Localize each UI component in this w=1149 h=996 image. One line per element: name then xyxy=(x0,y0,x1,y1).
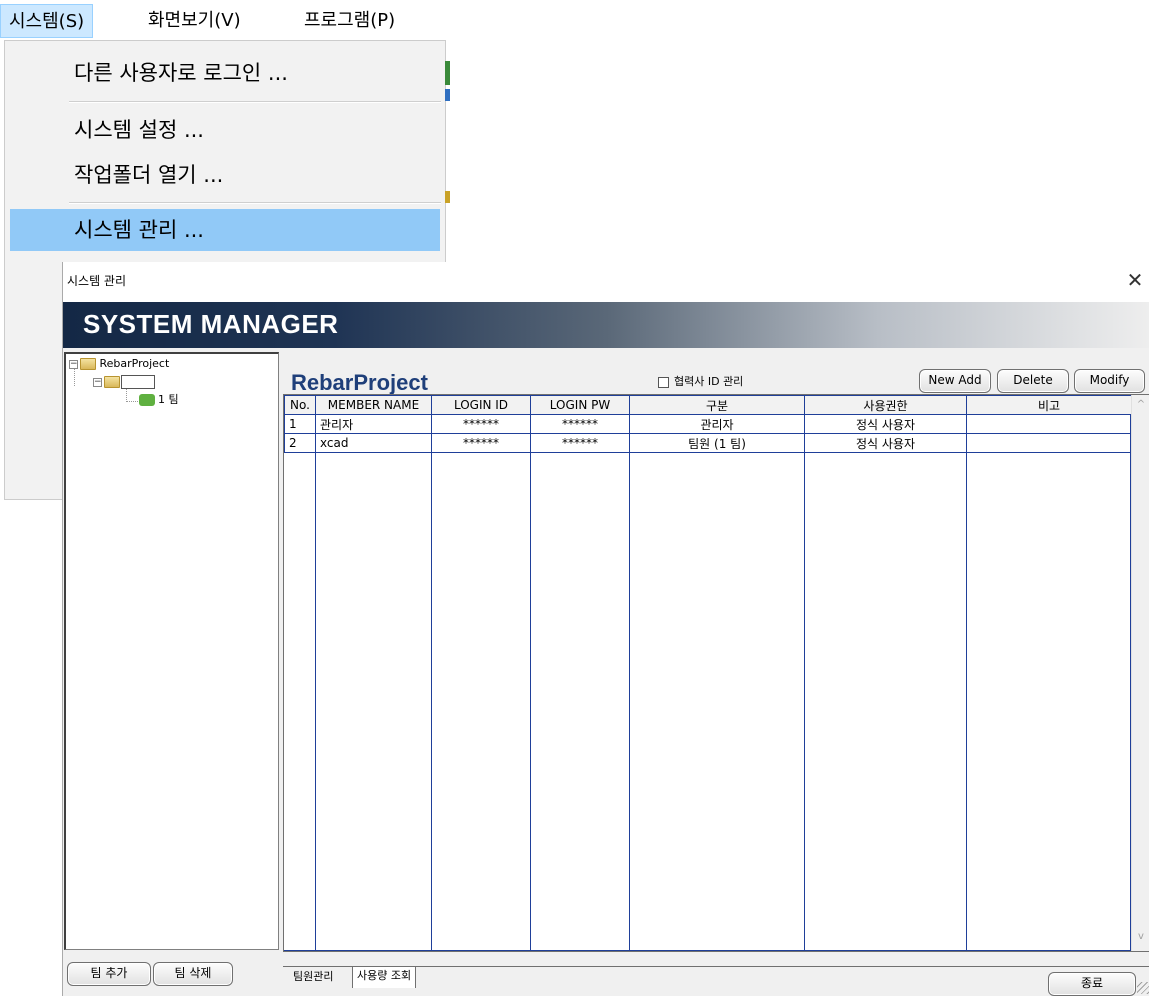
cell-permission: 정식 사용자 xyxy=(804,433,967,453)
member-table[interactable]: No. MEMBER NAME LOGIN ID LOGIN PW 구분 사용권… xyxy=(283,394,1149,952)
cell-login-id: ****** xyxy=(431,414,531,434)
checkbox-label: 협력사 ID 관리 xyxy=(674,375,744,388)
col-header-note[interactable]: 비고 xyxy=(966,395,1132,415)
exit-button[interactable]: 종료 xyxy=(1048,972,1136,996)
column-line xyxy=(966,395,967,951)
cell-note xyxy=(966,433,1132,453)
column-line xyxy=(315,395,316,951)
scroll-down-icon[interactable]: v xyxy=(1135,931,1147,942)
modify-button[interactable]: Modify xyxy=(1074,369,1145,393)
add-team-button[interactable]: 팀 추가 xyxy=(67,962,151,986)
system-manager-dialog: 시스템 관리 ✕ SYSTEM MANAGER − RebarProject −… xyxy=(62,262,1149,996)
cell-member-name: 관리자 xyxy=(315,414,432,434)
dialog-title: 시스템 관리 xyxy=(67,274,127,288)
table-row[interactable]: 1 관리자 ****** ****** 관리자 정식 사용자 xyxy=(284,414,1132,434)
cell-note xyxy=(966,414,1132,434)
tab-usage-inquiry[interactable]: 사용량 조회 xyxy=(352,966,417,988)
cell-login-pw: ****** xyxy=(530,433,630,453)
menu-item-login-as-other[interactable]: 다른 사용자로 로그인 ... xyxy=(10,52,440,94)
menu-bar: 시스템(S) 화면보기(V) 프로그램(P) xyxy=(0,0,460,40)
collapse-icon[interactable]: − xyxy=(93,377,102,387)
banner: SYSTEM MANAGER xyxy=(63,302,1149,348)
team-tree[interactable]: − RebarProject − 1 팀 xyxy=(64,352,279,950)
delete-button[interactable]: Delete xyxy=(997,369,1069,393)
tree-rename-field[interactable] xyxy=(121,375,155,389)
folder-icon xyxy=(104,376,120,388)
column-line xyxy=(431,395,432,951)
vertical-scrollbar[interactable]: ^ v xyxy=(1131,395,1149,951)
col-header-member-name[interactable]: MEMBER NAME xyxy=(315,395,432,415)
column-line xyxy=(530,395,531,951)
background-window-edge xyxy=(445,191,450,203)
new-add-button[interactable]: New Add xyxy=(919,369,991,393)
cell-category: 관리자 xyxy=(629,414,805,434)
menu-item-open-work-folder[interactable]: 작업폴더 열기 ... xyxy=(10,154,440,196)
cell-category: 팀원 (1 팀) xyxy=(629,433,805,453)
partner-id-checkbox[interactable]: 협력사 ID 관리 xyxy=(658,373,743,389)
table-header-row: No. MEMBER NAME LOGIN ID LOGIN PW 구분 사용권… xyxy=(284,395,1132,415)
cell-login-pw: ****** xyxy=(530,414,630,434)
scroll-up-icon[interactable]: ^ xyxy=(1135,399,1147,410)
cell-member-name: xcad xyxy=(315,433,432,453)
tab-member-management[interactable]: 팀원관리 xyxy=(289,968,337,988)
folder-icon xyxy=(80,358,96,370)
tree-node-label: 1 팀 xyxy=(158,393,179,406)
menu-view[interactable]: 화면보기(V) xyxy=(140,4,249,38)
cell-no: 2 xyxy=(284,433,316,453)
background-window-edge xyxy=(445,61,450,85)
project-title: RebarProject xyxy=(291,370,428,395)
menu-separator xyxy=(69,202,441,204)
close-icon[interactable]: ✕ xyxy=(1121,266,1149,294)
menu-separator xyxy=(69,101,441,103)
col-header-login-id[interactable]: LOGIN ID xyxy=(431,395,531,415)
column-line xyxy=(804,395,805,951)
tree-node-team[interactable]: 1 팀 xyxy=(139,392,179,408)
team-icon xyxy=(139,394,155,406)
resize-grip-icon[interactable] xyxy=(1137,982,1149,994)
menu-system[interactable]: 시스템(S) xyxy=(0,4,94,38)
tree-node-group[interactable]: − xyxy=(93,374,155,390)
cell-no: 1 xyxy=(284,414,316,434)
collapse-icon[interactable]: − xyxy=(69,359,78,369)
background-window-edge xyxy=(445,89,450,101)
column-line xyxy=(629,395,630,951)
table-bottom-line xyxy=(284,950,1131,951)
tree-node-label: RebarProject xyxy=(99,357,170,370)
tree-node-project[interactable]: − RebarProject xyxy=(69,356,169,372)
col-header-category[interactable]: 구분 xyxy=(629,395,805,415)
dialog-titlebar: 시스템 관리 ✕ xyxy=(63,262,1149,302)
menu-item-system-settings[interactable]: 시스템 설정 ... xyxy=(10,109,440,151)
banner-title: SYSTEM MANAGER xyxy=(83,309,339,339)
cell-login-id: ****** xyxy=(431,433,531,453)
col-header-no[interactable]: No. xyxy=(284,395,316,415)
cell-permission: 정식 사용자 xyxy=(804,414,967,434)
menu-program[interactable]: 프로그램(P) xyxy=(296,4,403,38)
table-row[interactable]: 2 xcad ****** ****** 팀원 (1 팀) 정식 사용자 xyxy=(284,433,1132,453)
col-header-login-pw[interactable]: LOGIN PW xyxy=(530,395,630,415)
col-header-permission[interactable]: 사용권한 xyxy=(804,395,967,415)
menu-item-system-management[interactable]: 시스템 관리 ... xyxy=(10,209,440,251)
member-grid: No. MEMBER NAME LOGIN ID LOGIN PW 구분 사용권… xyxy=(284,395,1132,453)
checkbox-icon[interactable] xyxy=(658,376,669,388)
tree-connector xyxy=(126,401,138,402)
delete-team-button[interactable]: 팀 삭제 xyxy=(153,962,233,986)
